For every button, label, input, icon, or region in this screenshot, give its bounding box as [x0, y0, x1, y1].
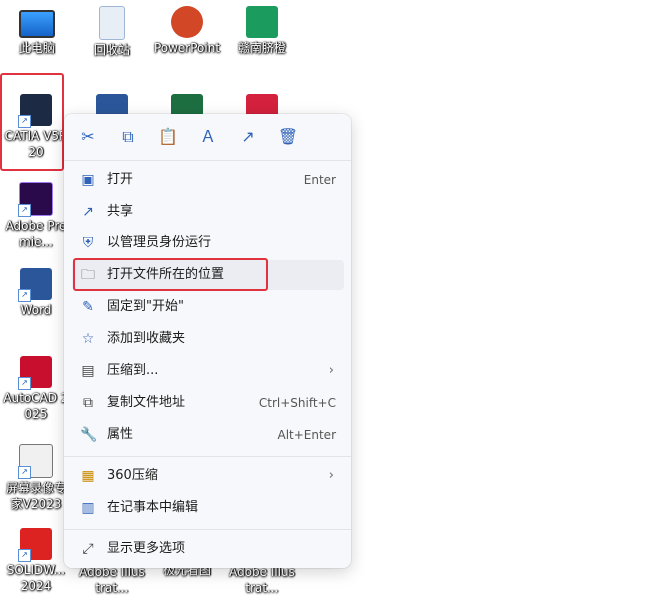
shortcut-arrow-icon: ↗ — [18, 204, 31, 217]
menu-item-shortcut: Ctrl+Shift+C — [258, 396, 336, 410]
menu-item-label: 压缩到... — [107, 363, 159, 378]
sheet-app-icon — [246, 6, 278, 38]
recycle-bin-icon — [99, 6, 125, 40]
more-options-icon: ⤢ — [82, 541, 94, 557]
desktop-icon-autocad[interactable]: ↗ AutoCAD 2025 — [2, 350, 70, 422]
desktop-icon-label: Adobe Premie... — [5, 219, 67, 249]
chevron-right-icon: › — [328, 468, 334, 483]
menu-item-run-as-admin[interactable]: ⛨ 以管理员身份运行 — [72, 228, 344, 258]
premiere-icon: ↗ — [18, 182, 53, 217]
desktop-icon-this-pc[interactable]: 此电脑 — [3, 0, 71, 56]
trash-icon: 🗑 — [277, 127, 299, 146]
notepad-icon: ▥ — [81, 500, 95, 516]
menu-divider — [64, 529, 351, 530]
menu-item-label: 360压缩 — [107, 468, 158, 483]
delete-button[interactable]: 🗑 — [277, 126, 299, 148]
menu-item-label: 显示更多选项 — [107, 541, 186, 556]
shortcut-arrow-icon: ↗ — [18, 549, 31, 562]
desktop-icon-label: 此电脑 — [18, 41, 55, 55]
menu-item-label: 添加到收藏夹 — [107, 331, 186, 346]
desktop-icon-label: Adobe Illustrat... — [79, 565, 145, 595]
monitor-icon — [19, 10, 55, 38]
desktop-icon-label: SOLIDW... 2024 — [6, 563, 66, 593]
shield-icon: ⛨ — [82, 235, 94, 251]
menu-item-shortcut: Enter — [303, 173, 336, 187]
desktop-icon-word[interactable]: ↗ Word — [2, 262, 70, 318]
desktop-icon-label: PowerPoint — [153, 41, 221, 55]
solidworks-icon: ↗ — [18, 528, 52, 562]
chevron-right-icon: › — [328, 363, 334, 378]
menu-item-label: 复制文件地址 — [107, 395, 186, 410]
rename-button[interactable]: Ａ — [197, 126, 219, 148]
menu-item-copy-path[interactable]: ⧉ 复制文件地址 Ctrl+Shift+C — [72, 388, 344, 418]
menu-item-open[interactable]: ▣ 打开 Enter — [72, 165, 344, 195]
desktop-icon-label: Word — [20, 303, 52, 317]
word-icon: ↗ — [18, 268, 52, 302]
open-icon: ▣ — [81, 172, 95, 188]
share-button[interactable]: ↗ — [237, 126, 259, 148]
zip-icon: ▤ — [81, 363, 95, 379]
shortcut-arrow-icon: ↗ — [18, 466, 31, 479]
scissors-icon: ✂ — [81, 127, 95, 146]
menu-item-label: 在记事本中编辑 — [107, 500, 199, 515]
copy-button[interactable]: ⧉ — [117, 126, 139, 148]
shortcut-arrow-icon: ↗ — [18, 377, 31, 390]
desktop-icon-screen-recorder[interactable]: ↗ 屏幕录像专家V2023 — [2, 438, 70, 512]
desktop-icon-recycle-bin[interactable]: 回收站 — [78, 0, 146, 58]
menu-item-add-to-favorites[interactable]: ☆ 添加到收藏夹 — [72, 324, 344, 354]
share-icon: ↗ — [241, 127, 255, 146]
menu-item-pin-to-start[interactable]: ✎ 固定到"开始" — [72, 292, 344, 322]
pin-icon: ✎ — [82, 299, 94, 315]
context-menu-toolbar: ✂ ⧉ 📋 Ａ ↗ 🗑 — [64, 114, 351, 160]
menu-item-share[interactable]: ↗ 共享 — [72, 197, 344, 227]
menu-item-compress-to[interactable]: ▤ 压缩到... › — [72, 356, 344, 386]
menu-divider — [64, 160, 351, 161]
shortcut-arrow-icon: ↗ — [18, 289, 31, 302]
menu-item-label: 打开 — [107, 172, 134, 187]
desktop-icon-label: 回收站 — [93, 43, 130, 57]
menu-item-properties[interactable]: 🔧 属性 Alt+Enter — [72, 420, 344, 450]
paste-button[interactable]: 📋 — [157, 126, 179, 148]
screen-recorder-icon: ↗ — [18, 444, 53, 479]
menu-item-label: 固定到"开始" — [107, 299, 184, 314]
desktop-icon-label: Adobe Illustrat... — [229, 565, 295, 595]
context-menu: ✂ ⧉ 📋 Ａ ↗ 🗑 ▣ 打开 Enter ↗ 共享 ⛨ 以管理员身份运行 🗀… — [64, 114, 351, 568]
menu-item-label: 共享 — [107, 204, 134, 219]
desktop-icon-sheet[interactable]: 赣南脐橙 — [228, 0, 296, 56]
desktop-icon-label: 屏幕录像专家V2023 — [5, 481, 66, 511]
rename-icon: Ａ — [199, 127, 216, 146]
annotation-highlight — [73, 258, 268, 291]
cut-button[interactable]: ✂ — [77, 126, 99, 148]
copy-path-icon: ⧉ — [83, 395, 93, 411]
menu-item-show-more-options[interactable]: ⤢ 显示更多选项 — [72, 534, 344, 564]
desktop-icon-premiere[interactable]: ↗ Adobe Premie... — [2, 176, 70, 250]
desktop-icon-solidworks[interactable]: ↗ SOLIDW... 2024 — [2, 522, 70, 594]
share-icon: ↗ — [82, 204, 94, 220]
menu-item-360-zip[interactable]: ▦ 360压缩 › — [72, 461, 344, 491]
powerpoint-icon — [171, 6, 203, 38]
wrench-icon: 🔧 — [80, 427, 98, 443]
copy-icon: ⧉ — [122, 127, 134, 146]
autocad-icon: ↗ — [18, 356, 52, 390]
menu-item-edit-in-notepad[interactable]: ▥ 在记事本中编辑 — [72, 493, 344, 523]
360-zip-icon: ▦ — [81, 468, 95, 484]
menu-item-shortcut: Alt+Enter — [277, 428, 336, 442]
menu-divider — [64, 456, 351, 457]
desktop-icon-powerpoint[interactable]: PowerPoint — [153, 0, 221, 56]
desktop-icon-label: 赣南脐橙 — [237, 41, 286, 55]
desktop-icon-label: AutoCAD 2025 — [3, 391, 69, 421]
selection-highlight — [0, 73, 64, 171]
star-icon: ☆ — [81, 331, 95, 347]
menu-item-label: 以管理员身份运行 — [107, 235, 212, 250]
paste-icon: 📋 — [158, 127, 178, 146]
menu-item-label: 属性 — [107, 427, 134, 442]
